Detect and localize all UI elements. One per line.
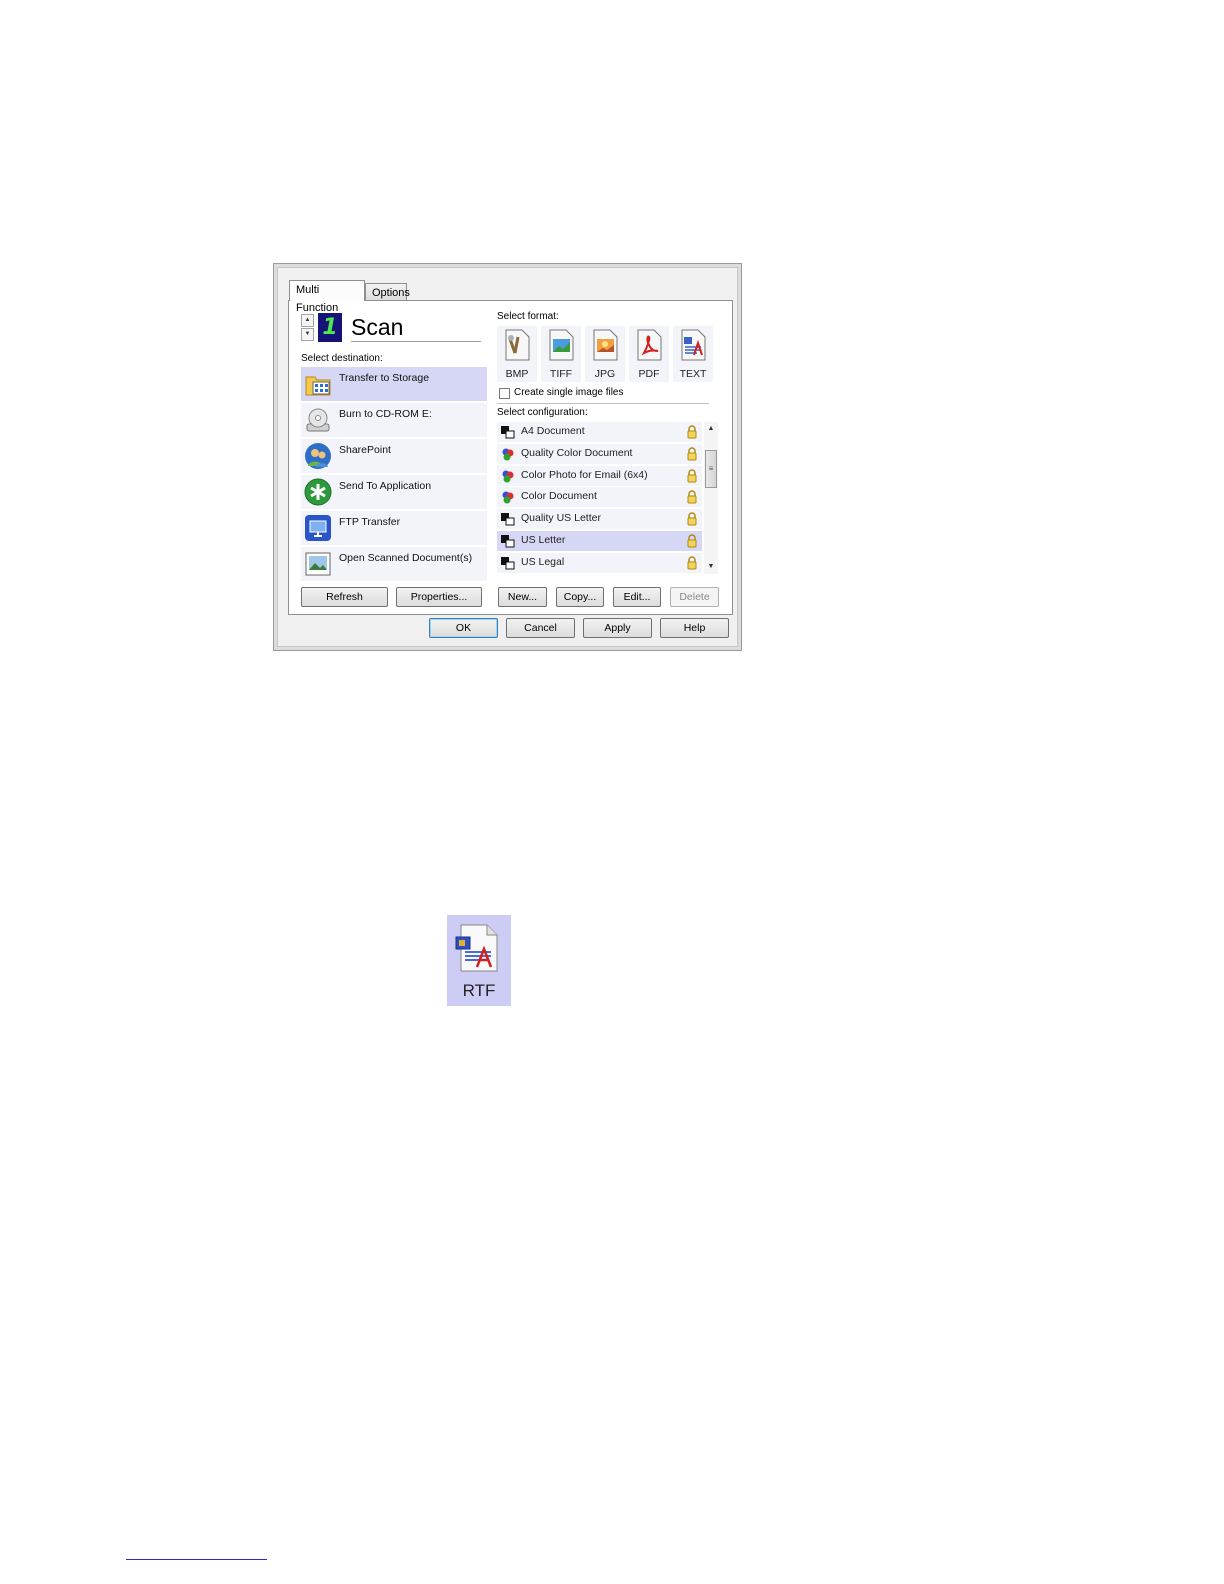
open-document-icon <box>305 552 331 576</box>
format-label: TEXT <box>679 368 707 380</box>
cancel-button[interactable]: Cancel <box>506 618 575 638</box>
configuration-list: A4 Document Quality Color Document Color… <box>497 422 702 574</box>
format-separator <box>497 403 709 404</box>
refresh-button[interactable]: Refresh <box>301 587 388 607</box>
application-icon <box>304 478 332 506</box>
destination-label: Open Scanned Document(s) <box>339 552 473 564</box>
footer-rule <box>126 1559 267 1560</box>
destination-item-open-scanned-documents[interactable]: Open Scanned Document(s) <box>301 547 487 581</box>
destination-item-send-to-application[interactable]: Send To Application <box>301 475 487 509</box>
format-label: TIFF <box>549 368 573 380</box>
lock-icon <box>687 490 697 504</box>
scroll-down-arrow-icon[interactable]: ▼ <box>704 560 718 574</box>
rtf-format-button: RTF <box>447 915 511 1006</box>
configuration-label: US Letter <box>521 533 566 546</box>
lock-icon <box>687 512 697 526</box>
lock-icon <box>687 425 697 439</box>
tiff-icon <box>549 329 574 361</box>
scroll-up-arrow-icon[interactable]: ▲ <box>704 422 718 436</box>
copy-button[interactable]: Copy... <box>556 587 604 607</box>
configuration-label: Color Document <box>521 490 597 503</box>
configuration-item-quality-us-letter[interactable]: Quality US Letter <box>497 509 702 530</box>
spin-down-button[interactable]: ▼ <box>301 328 314 341</box>
configuration-label: US Legal <box>521 555 565 568</box>
apply-button[interactable]: Apply <box>583 618 652 638</box>
folder-storage-icon <box>305 376 331 396</box>
lock-icon <box>687 468 697 483</box>
destination-label: SharePoint <box>339 444 391 456</box>
configuration-label: Quality US Letter <box>521 512 601 525</box>
rtf-format-label: RTF <box>462 981 496 1000</box>
tab-multi-function[interactable]: Multi Function <box>289 280 365 314</box>
create-single-image-files-checkbox[interactable] <box>499 388 510 399</box>
destination-item-burn-to-cd[interactable]: Burn to CD-ROM E: <box>301 403 487 437</box>
color-document-icon <box>502 470 514 483</box>
lock-icon <box>687 534 697 548</box>
configuration-item-quality-color-document[interactable]: Quality Color Document <box>497 443 702 464</box>
help-button[interactable]: Help <box>660 618 729 638</box>
color-document-icon <box>502 491 514 504</box>
configuration-item-color-document[interactable]: Color Document <box>497 487 702 508</box>
configuration-label: A4 Document <box>521 425 585 437</box>
profile-name: Scan <box>351 313 481 342</box>
pdf-icon <box>637 329 662 361</box>
format-label: BMP <box>505 368 529 380</box>
multi-function-panel: ▲ ▼ 1 Scan Select destination: Transfer … <box>288 300 733 615</box>
bw-document-icon <box>501 426 515 439</box>
configuration-item-us-letter[interactable]: US Letter <box>497 530 702 551</box>
bw-document-icon <box>501 534 515 548</box>
destination-label: Transfer to Storage <box>339 372 430 384</box>
configuration-scrollbar[interactable]: ▲ ≡ ▼ <box>704 422 718 574</box>
ftp-icon <box>305 515 331 541</box>
lock-icon <box>687 447 697 461</box>
select-format-label: Select format: <box>497 311 559 322</box>
create-single-image-files-label: Create single image files <box>514 387 624 398</box>
profile-number-display: 1 <box>318 313 342 342</box>
text-icon <box>681 329 706 361</box>
tab-options[interactable]: Options <box>365 283 410 301</box>
format-label: JPG <box>594 368 616 380</box>
destination-label: FTP Transfer <box>339 516 401 528</box>
format-pdf[interactable]: PDF <box>629 326 669 382</box>
properties-button[interactable]: Properties... <box>396 587 482 607</box>
configuration-item-us-legal[interactable]: US Legal <box>497 552 702 573</box>
bmp-icon <box>505 329 530 361</box>
destination-item-transfer-to-storage[interactable]: Transfer to Storage <box>301 367 487 401</box>
dialog-body: Multi Function Options ▲ ▼ 1 Scan Select… <box>277 267 738 647</box>
lock-icon <box>687 556 697 570</box>
cd-drive-icon <box>306 408 330 432</box>
format-list: BMP TIFF JPG PDF TEXT <box>497 326 717 382</box>
destination-item-sharepoint[interactable]: SharePoint <box>301 439 487 473</box>
configuration-label: Quality Color Document <box>521 446 633 459</box>
profile-spinner[interactable]: ▲ ▼ <box>301 314 314 341</box>
bw-document-icon <box>501 513 515 526</box>
delete-button[interactable]: Delete <box>670 587 719 607</box>
rtf-format-icon <box>455 924 498 972</box>
destination-list: Transfer to Storage Burn to CD-ROM E: Sh… <box>301 367 487 583</box>
configuration-item-color-photo-for-email[interactable]: Color Photo for Email (6x4) <box>497 465 702 486</box>
format-tiff[interactable]: TIFF <box>541 326 581 382</box>
format-bmp[interactable]: BMP <box>497 326 537 382</box>
destination-label: Send To Application <box>339 480 432 492</box>
destination-label: Burn to CD-ROM E: <box>339 408 432 420</box>
edit-button[interactable]: Edit... <box>613 587 661 607</box>
bw-document-icon <box>501 556 515 570</box>
select-destination-label: Select destination: <box>301 353 383 364</box>
one-touch-properties-dialog: Multi Function Options ▲ ▼ 1 Scan Select… <box>273 263 742 651</box>
sharepoint-icon <box>305 443 331 469</box>
format-text[interactable]: TEXT <box>673 326 713 382</box>
select-configuration-label: Select configuration: <box>497 407 588 418</box>
configuration-label: Color Photo for Email (6x4) <box>521 468 648 481</box>
format-jpg[interactable]: JPG <box>585 326 625 382</box>
configuration-item-a4-document[interactable]: A4 Document <box>497 422 702 442</box>
ok-button[interactable]: OK <box>429 618 498 638</box>
new-button[interactable]: New... <box>498 587 547 607</box>
jpg-icon <box>593 329 618 361</box>
format-label: PDF <box>638 368 660 380</box>
color-document-icon <box>502 448 514 461</box>
destination-item-ftp-transfer[interactable]: FTP Transfer <box>301 511 487 545</box>
scrollbar-thumb[interactable]: ≡ <box>705 450 717 488</box>
